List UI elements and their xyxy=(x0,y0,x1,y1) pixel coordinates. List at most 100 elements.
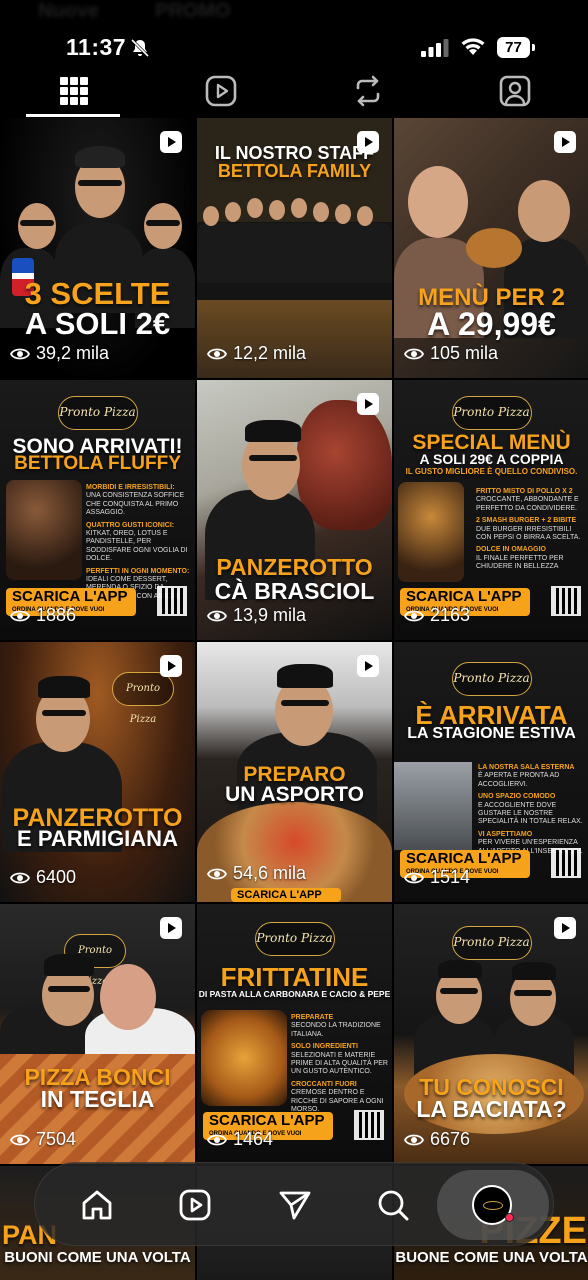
clock: 11:37 xyxy=(66,34,127,60)
post-title-line1: FRITTATINE xyxy=(220,962,369,992)
eye-icon xyxy=(404,610,424,621)
qr-code xyxy=(354,1110,384,1140)
post-title-line2: DI PASTA ALLA CARBONARA E CACIO & PEPE xyxy=(198,989,391,999)
view-count: 105 mila xyxy=(404,343,498,364)
posts-grid: 3 SCELTE A SOLI 2€ 39,2 mila IL NOSTRO S… xyxy=(0,118,588,1280)
search-icon xyxy=(378,1190,409,1221)
eye-icon xyxy=(207,348,227,359)
view-count-label: 2163 xyxy=(430,605,471,625)
signal-icon xyxy=(421,39,449,57)
post-tile[interactable]: Pronto Pizza SPECIAL MENÙ A SOLI 29€ A C… xyxy=(394,380,588,640)
post-title-line2: LA STAGIONE ESTIVA xyxy=(407,725,576,742)
post-tile[interactable]: PREPARO UN ASPORTO SCARICA L'APP 54,6 mi… xyxy=(197,642,392,902)
eye-icon xyxy=(10,348,30,359)
battery-level: 77 xyxy=(497,37,530,58)
qr-code xyxy=(551,848,581,878)
reel-badge-icon xyxy=(357,393,379,415)
post-tile[interactable]: PANZEROTTO CÀ BRASCIOL 13,9 mila xyxy=(197,380,392,640)
post-tile[interactable]: Pronto Pizza SONO ARRIVATI! BETTOLA FLUF… xyxy=(0,380,195,640)
view-count: 54,6 mila xyxy=(207,863,306,884)
nav-search-button[interactable] xyxy=(371,1183,415,1227)
post-tile[interactable]: Pronto Pizza PIZZA BONCI IN TEGLIA 7504 xyxy=(0,904,195,1164)
post-title-line2: IN TEGLIA xyxy=(40,1086,155,1112)
nav-home-button[interactable] xyxy=(75,1183,119,1227)
tab-reposts[interactable] xyxy=(294,64,441,118)
eye-icon xyxy=(404,1134,424,1145)
feature-line: FRITTO MISTO DI POLLO X 2 CROCCANTE, ABBO… xyxy=(476,488,579,512)
repost-icon xyxy=(356,75,379,107)
tab-tagged[interactable] xyxy=(441,64,588,118)
post-title-line2: CÀ BRASCIOL xyxy=(214,578,375,604)
profile-tabs xyxy=(0,64,588,118)
view-count-label: 1514 xyxy=(430,867,471,887)
reel-badge-icon xyxy=(160,655,182,677)
status-bar: Nuove PROMO 11:37 77 xyxy=(0,0,588,66)
feature-line: UNO SPAZIO COMODO E ACCOGLIENTE DOVE GUST… xyxy=(478,793,583,826)
ghost-header-text: PROMO xyxy=(155,0,231,22)
view-count: 1514 xyxy=(404,867,470,888)
view-count: 13,9 mila xyxy=(207,605,306,626)
post-title-line1: 3 SCELTE xyxy=(24,276,171,311)
reel-badge-icon xyxy=(357,655,379,677)
post-title-line2: A 29,99€ xyxy=(427,306,556,342)
qr-code xyxy=(551,586,581,616)
feature-line: MORBIDI E IRRESISTIBILI: UNA CONSISTENZA … xyxy=(86,484,185,517)
post-tile[interactable]: IL NOSTRO STAFF BETTOLA FAMILY 12,2 mila xyxy=(197,118,392,378)
post-title-line1: SPECIAL MENÙ xyxy=(412,431,571,454)
post-tile[interactable]: Pronto Pizza PANZEROTTO E PARMIGIANA 640… xyxy=(0,642,195,902)
feature-line: DOLCE IN OMAGGIO IL FINALE PERFETTO PER C… xyxy=(476,546,564,571)
eye-icon xyxy=(207,1134,227,1145)
view-count-label: 6676 xyxy=(430,1129,471,1149)
post-title-line2: BUONE COME UNA VOLTA xyxy=(395,1249,588,1266)
brand-logo: Pronto Pizza xyxy=(254,922,335,956)
reels-icon xyxy=(205,75,236,107)
post-tile[interactable]: Pronto Pizza TU CONOSCI LA BACIATA? 6676 xyxy=(394,904,588,1164)
wifi-icon xyxy=(461,38,485,55)
brand-logo: Pronto Pizza xyxy=(451,396,532,430)
view-count: 2163 xyxy=(404,605,470,626)
reel-badge-icon xyxy=(160,131,182,153)
bell-muted-icon xyxy=(130,38,150,58)
eye-icon xyxy=(10,610,30,621)
post-subtitle: IL GUSTO MIGLIORE È QUELLO CONDIVISO. xyxy=(405,467,578,476)
qr-code xyxy=(157,586,187,616)
bottom-nav-bar xyxy=(34,1162,554,1246)
notification-dot xyxy=(505,1213,514,1222)
feature-line: PREPARATE SECONDO LA TRADIZIONE ITALIANA. xyxy=(291,1014,381,1038)
nav-reels-button[interactable] xyxy=(173,1183,217,1227)
eye-icon xyxy=(10,872,30,883)
view-count-label: 1464 xyxy=(233,1129,274,1149)
nav-direct-button[interactable] xyxy=(273,1183,317,1227)
tab-reels[interactable] xyxy=(147,64,294,118)
view-count: 6400 xyxy=(10,867,76,888)
post-title-line2: BETTOLA FAMILY xyxy=(217,161,372,181)
reel-badge-icon xyxy=(554,131,576,153)
reel-badge-icon xyxy=(357,131,379,153)
view-count-label: 13,9 mila xyxy=(233,605,307,625)
ghost-header-text: Nuove xyxy=(38,0,100,22)
eye-icon xyxy=(404,872,424,883)
post-tile[interactable]: 3 SCELTE A SOLI 2€ 39,2 mila xyxy=(0,118,195,378)
post-tile[interactable]: MENÙ PER 2 A 29,99€ 105 mila xyxy=(394,118,588,378)
view-count-label: 105 mila xyxy=(430,343,499,363)
post-tile[interactable]: Pronto Pizza FRITTATINE DI PASTA ALLA CA… xyxy=(197,904,392,1164)
tab-grid[interactable] xyxy=(0,64,147,118)
post-title-line1: PANZEROTTO xyxy=(216,554,373,580)
view-count-label: 1886 xyxy=(36,605,77,625)
post-title-line2: LA BACIATA? xyxy=(416,1096,567,1122)
view-count: 1886 xyxy=(10,605,76,626)
view-count-label: 39,2 mila xyxy=(36,343,110,363)
post-title-line2: A SOLI 2€ xyxy=(24,306,171,341)
tagged-icon xyxy=(499,75,530,107)
post-tile[interactable]: Pronto Pizza È ARRIVATA LA STAGIONE ESTI… xyxy=(394,642,588,902)
brand-logo: Pronto Pizza xyxy=(451,662,532,696)
feature-line: LA NOSTRA SALA ESTERNA È APERTA E PRONTA … xyxy=(478,764,575,788)
active-tab-indicator xyxy=(26,114,120,117)
grid-icon xyxy=(59,77,88,105)
feature-line: SOLO INGREDIENTI SELEZIONATI E MATERIE PR… xyxy=(291,1043,388,1076)
view-count-label: 7504 xyxy=(36,1129,77,1149)
view-count: 1464 xyxy=(207,1129,273,1150)
battery-indicator: 77 xyxy=(497,37,535,59)
view-count: 39,2 mila xyxy=(10,343,109,364)
reels-icon xyxy=(179,1189,211,1221)
